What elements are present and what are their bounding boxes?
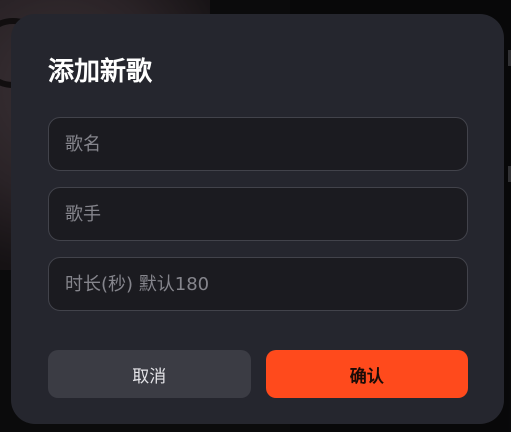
artist-input[interactable] <box>48 187 468 241</box>
dialog-actions: 取消 确认 <box>48 350 468 398</box>
app-stage: 添加新歌 取消 确认 <box>0 0 511 432</box>
dialog-title: 添加新歌 <box>48 57 153 87</box>
add-song-dialog: 添加新歌 取消 确认 <box>11 14 504 424</box>
song-name-input[interactable] <box>48 117 468 171</box>
cancel-button[interactable]: 取消 <box>48 350 251 398</box>
duration-input[interactable] <box>48 257 468 311</box>
confirm-button[interactable]: 确认 <box>265 350 468 398</box>
